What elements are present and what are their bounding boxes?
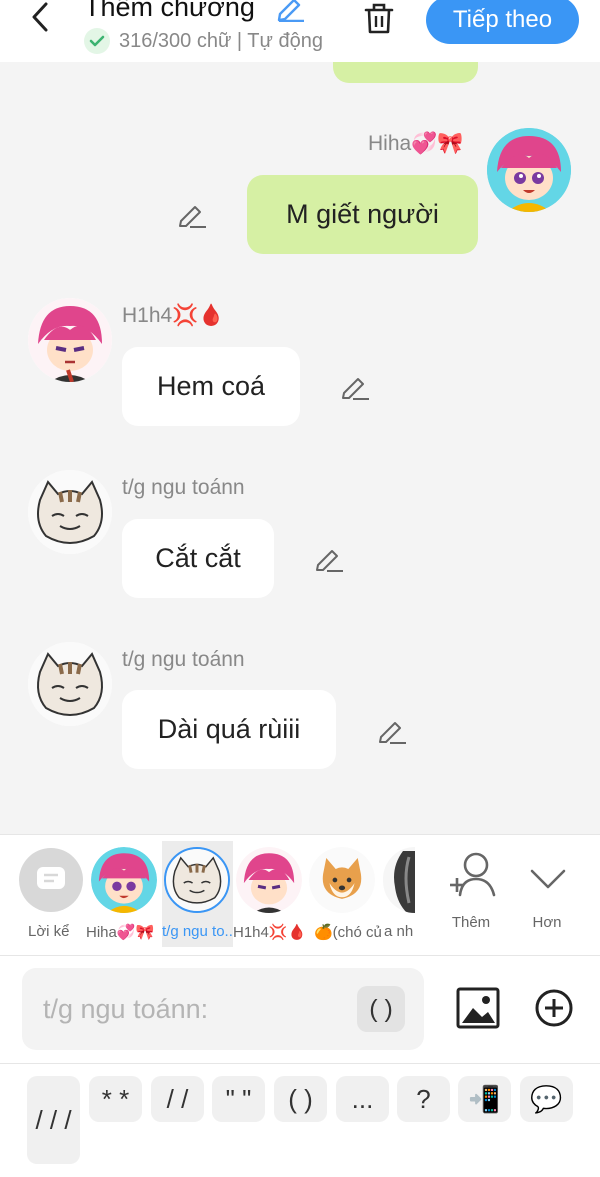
symbol-keys: / / / * * / / " " ( ) ... ? 📲 💬	[0, 1064, 600, 1177]
header: Thêm chương 316/300 chữ | Tự động Tiếp t…	[0, 0, 600, 62]
character-label: a nh	[384, 923, 414, 940]
message-bubble-partial[interactable]	[333, 62, 478, 83]
edit-message-icon[interactable]	[176, 198, 208, 230]
message-bubble[interactable]: Hem coá	[122, 347, 300, 426]
edit-message-icon[interactable]	[339, 370, 371, 402]
key-question[interactable]: ?	[397, 1076, 450, 1122]
character-hiha[interactable]	[91, 847, 157, 913]
avatar-cat[interactable]	[28, 642, 112, 726]
key-phone-emoji[interactable]: 📲	[458, 1076, 511, 1122]
sender-name: Hiha💞🎀	[368, 132, 464, 155]
sender-name: H1h4💢🩸	[122, 304, 225, 327]
more-label: Hơn	[532, 914, 562, 931]
key-triple-slash[interactable]: / / /	[27, 1076, 80, 1164]
page-title: Thêm chương	[84, 0, 255, 22]
chat-area: Hiha💞🎀 M giết người H1h4💢🩸 Hem coá t/g n…	[0, 62, 600, 834]
character-label: Lời kể	[28, 923, 70, 940]
avatar-h1h4[interactable]	[28, 298, 112, 382]
add-circle-icon[interactable]	[534, 988, 574, 1028]
status-text: 316/300 chữ | Tự động	[119, 29, 323, 52]
character-label: H1h4💢🩸	[233, 924, 307, 941]
add-character-label: Thêm	[451, 914, 491, 931]
back-button[interactable]	[26, 0, 56, 36]
edit-message-icon[interactable]	[313, 542, 345, 574]
character-label: Hiha💞🎀	[86, 924, 155, 941]
narration-icon	[35, 865, 67, 896]
chevron-down-icon	[520, 869, 576, 913]
avatar-cat[interactable]	[28, 470, 112, 554]
edit-title-icon[interactable]	[274, 0, 306, 23]
more-button[interactable]	[520, 849, 576, 909]
check-icon	[84, 28, 110, 54]
avatar-hiha[interactable]	[487, 128, 571, 212]
key-slashes[interactable]: / /	[151, 1076, 204, 1122]
character-label-selected: t/g ngu to...	[162, 923, 233, 940]
key-quotes[interactable]: " "	[212, 1076, 265, 1122]
edit-message-icon[interactable]	[376, 714, 408, 746]
add-character-button[interactable]	[444, 849, 500, 909]
word-count-status: 316/300 chữ | Tự động	[84, 28, 323, 54]
key-ellipsis[interactable]: ...	[336, 1076, 389, 1122]
sender-name: t/g ngu toánn	[122, 476, 245, 499]
message-bubble[interactable]: M giết người	[247, 175, 478, 254]
character-partial[interactable]	[383, 847, 415, 913]
narrator-button[interactable]	[19, 848, 83, 912]
image-icon[interactable]	[455, 986, 501, 1030]
message-bubble[interactable]: Dài quá rùiii	[122, 690, 336, 769]
character-h1h4[interactable]	[236, 847, 302, 913]
character-bar: Lời kể Hiha💞🎀 t/g ngu to... H1h4💢🩸 🍊(chó…	[0, 834, 600, 956]
character-shiba[interactable]	[309, 847, 375, 913]
message-bubble[interactable]: Cắt cắt	[122, 519, 274, 598]
key-asterisks[interactable]: * *	[89, 1076, 142, 1122]
character-cat-selected[interactable]	[164, 847, 230, 913]
key-parentheses[interactable]: ( )	[274, 1076, 327, 1122]
key-speech-emoji[interactable]: 💬	[520, 1076, 573, 1122]
trash-icon[interactable]	[362, 0, 396, 36]
sender-name: t/g ngu toánn	[122, 648, 245, 671]
input-row: ( )	[0, 956, 600, 1064]
character-label: 🍊(chó củ...	[314, 924, 382, 941]
next-button[interactable]: Tiếp theo	[426, 0, 579, 44]
add-user-icon	[444, 852, 500, 913]
parentheses-button[interactable]: ( )	[357, 986, 405, 1032]
